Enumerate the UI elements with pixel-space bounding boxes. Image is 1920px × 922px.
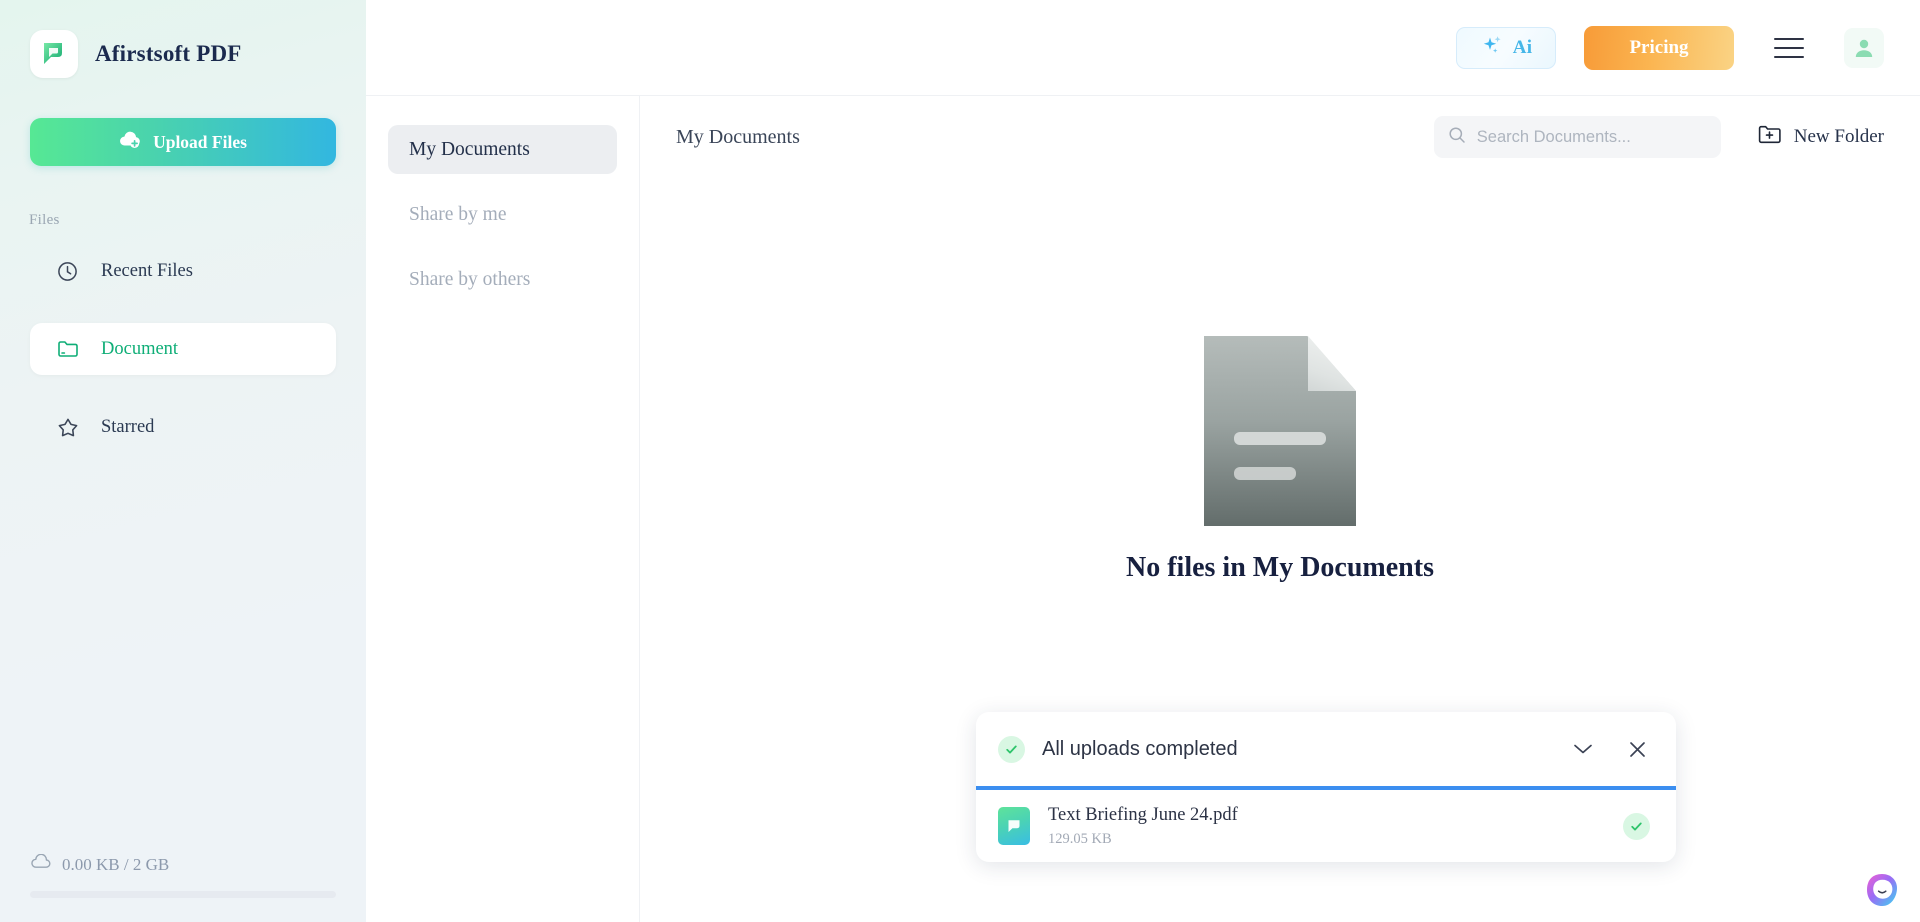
upload-toast-header: All uploads completed (976, 712, 1676, 786)
upload-toast-title: All uploads completed (1042, 738, 1238, 761)
new-folder-button[interactable]: New Folder (1757, 123, 1884, 152)
sidebar-nav: Recent Files Document (0, 245, 366, 453)
files-section-label: Files (29, 212, 366, 229)
search-input[interactable] (1477, 128, 1707, 147)
tab-label: Share by others (409, 269, 530, 291)
sidebar-item-recent-files[interactable]: Recent Files (30, 245, 336, 297)
brand: Afirstsoft PDF (0, 0, 366, 78)
check-circle-icon (998, 736, 1025, 763)
sidebar-item-starred[interactable]: Starred (30, 401, 336, 453)
ai-button[interactable]: Ai (1456, 27, 1556, 69)
upload-files-label: Upload Files (153, 132, 247, 153)
tab-my-documents[interactable]: My Documents (388, 125, 617, 174)
nav-spacer (30, 297, 336, 323)
upload-file-row[interactable]: Text Briefing June 24.pdf 129.05 KB (976, 790, 1676, 862)
folder-icon (56, 338, 79, 361)
cloud-icon (30, 854, 52, 875)
tab-label: Share by me (409, 204, 506, 226)
search-input-wrapper[interactable] (1434, 116, 1721, 158)
close-icon[interactable] (1624, 736, 1650, 762)
sparkle-icon (1480, 33, 1506, 62)
app-root: Afirstsoft PDF Upload Files Files (0, 0, 1920, 922)
search-icon (1448, 126, 1466, 149)
top-header: Ai Pricing (366, 0, 1920, 96)
storage-indicator: 0.00 KB / 2 GB (30, 854, 336, 898)
pricing-button-label: Pricing (1629, 37, 1688, 59)
chevron-down-icon[interactable] (1570, 736, 1596, 762)
upload-files-button[interactable]: Upload Files (30, 118, 336, 166)
tab-share-by-others[interactable]: Share by others (388, 255, 617, 304)
upload-toast-actions (1570, 736, 1650, 762)
upload-file-size: 129.05 KB (1048, 831, 1238, 848)
check-circle-icon (1623, 813, 1650, 840)
empty-state-title: No files in My Documents (1126, 552, 1434, 584)
storage-text: 0.00 KB / 2 GB (62, 855, 169, 875)
nav-spacer (30, 375, 336, 401)
afirstsoft-logo-icon (30, 30, 78, 78)
cloud-upload-icon (119, 130, 141, 154)
sidebar: Afirstsoft PDF Upload Files Files (0, 0, 366, 922)
star-icon (56, 416, 79, 439)
sidebar-item-label: Recent Files (101, 261, 193, 282)
new-folder-label: New Folder (1794, 126, 1884, 148)
storage-progress-bar (30, 891, 336, 898)
main-region: Ai Pricing My Documents S (366, 0, 1920, 922)
sidebar-item-label: Document (101, 339, 178, 360)
chat-assistant-icon[interactable] (1862, 870, 1902, 910)
breadcrumb: My Documents (676, 126, 800, 149)
tab-label: My Documents (409, 139, 530, 161)
hamburger-menu-icon[interactable] (1774, 38, 1804, 58)
sidebar-item-label: Starred (101, 417, 154, 438)
pdf-file-icon (998, 807, 1030, 845)
documents-header-actions: New Folder (1434, 116, 1884, 158)
sidebar-item-document[interactable]: Document (30, 323, 336, 375)
documents-header: My Documents (676, 96, 1884, 178)
tab-share-by-me[interactable]: Share by me (388, 190, 617, 239)
brand-name: Afirstsoft PDF (95, 41, 242, 67)
upload-file-name: Text Briefing June 24.pdf (1048, 805, 1238, 826)
tabs-pane: My Documents Share by me Share by others (366, 96, 640, 922)
ai-button-label: Ai (1513, 37, 1533, 59)
folder-plus-icon (1757, 123, 1782, 152)
user-avatar-icon[interactable] (1844, 28, 1884, 68)
upload-file-meta: Text Briefing June 24.pdf 129.05 KB (1048, 805, 1238, 848)
upload-toast: All uploads completed (976, 712, 1676, 862)
document-placeholder-icon (1204, 336, 1356, 526)
pricing-button[interactable]: Pricing (1584, 26, 1734, 70)
empty-state: No files in My Documents (640, 336, 1920, 584)
clock-icon (56, 260, 79, 283)
